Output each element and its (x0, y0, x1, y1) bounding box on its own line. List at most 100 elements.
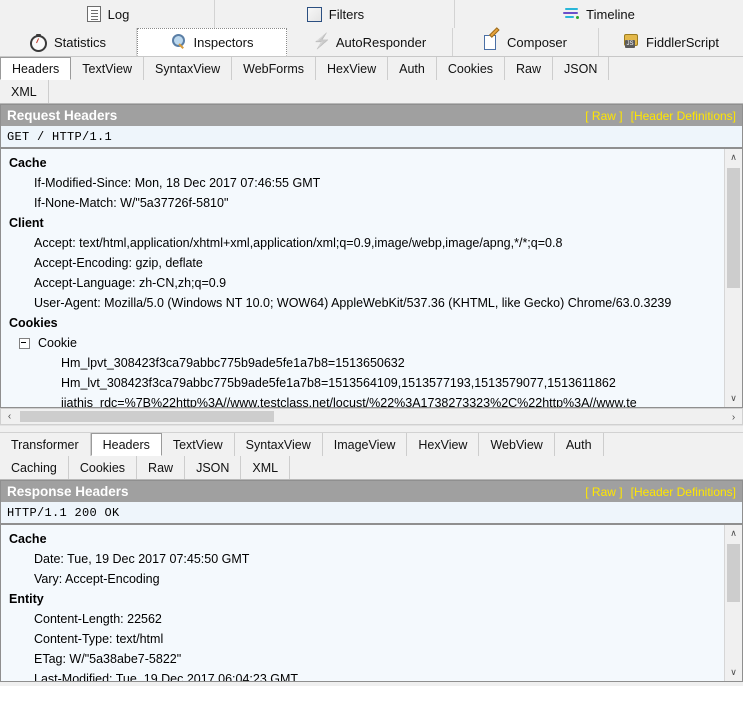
timeline-icon (563, 7, 580, 21)
request-tab-webforms-label: WebForms (243, 61, 305, 76)
response-tab-json[interactable]: JSON (185, 456, 242, 479)
header-item[interactable]: Content-Length: 22562 (1, 609, 725, 629)
response-tab-raw[interactable]: Raw (137, 456, 186, 479)
toolbar-tab-autoresponder[interactable]: AutoResponder (287, 28, 453, 56)
header-item[interactable]: ETag: W/"5a38abe7-5822" (1, 649, 725, 669)
toolbar-tab-timeline[interactable]: Timeline (455, 0, 743, 28)
response-tab-cookies[interactable]: Cookies (69, 456, 138, 479)
response-tabstrip-filler (604, 433, 743, 456)
response-tab-textview[interactable]: TextView (162, 433, 235, 456)
request-tab-cookies[interactable]: Cookies (437, 57, 506, 80)
response-tab-hexview-label: HexView (418, 437, 468, 452)
response-headers-listbox[interactable]: Cache Date: Tue, 19 Dec 2017 07:45:50 GM… (0, 524, 743, 682)
response-tab-headers[interactable]: Headers (90, 433, 162, 456)
request-tab-raw[interactable]: Raw (505, 57, 554, 80)
toolbar-tab-composer[interactable]: Composer (453, 28, 599, 56)
response-tab-auth[interactable]: Auth (555, 433, 604, 456)
header-item[interactable]: User-Agent: Mozilla/5.0 (Windows NT 10.0… (1, 293, 725, 313)
response-tab-webview[interactable]: WebView (479, 433, 555, 456)
response-headers-titlebar: Response Headers [ Raw ] [Header Definit… (0, 480, 743, 502)
request-tab-syntaxview[interactable]: SyntaxView (144, 57, 233, 80)
response-tab-textview-label: TextView (172, 437, 223, 452)
response-tab-hexview[interactable]: HexView (407, 433, 480, 456)
request-tab-xml[interactable]: XML (0, 80, 49, 103)
scroll-up-icon[interactable]: ∧ (725, 525, 742, 542)
request-vertical-scrollbar[interactable]: ∧ ∨ (724, 149, 742, 407)
request-tab-auth-label: Auth (399, 61, 425, 76)
scroll-down-icon[interactable]: ∨ (725, 390, 742, 407)
response-tab-xml[interactable]: XML (241, 456, 291, 479)
header-item[interactable]: Accept-Encoding: gzip, deflate (1, 253, 725, 273)
header-item[interactable]: If-None-Match: W/"5a37726f-5810" (1, 193, 725, 213)
request-tab-webforms[interactable]: WebForms (232, 57, 317, 80)
header-item[interactable]: If-Modified-Since: Mon, 18 Dec 2017 07:4… (1, 173, 725, 193)
request-tabstrip-filler (609, 57, 743, 80)
response-header-definitions-link[interactable]: [Header Definitions] (631, 485, 742, 499)
toolbar-tab-fiddlerscript[interactable]: FiddlerScript (599, 28, 743, 56)
request-horizontal-scrollbar[interactable]: ‹ › (0, 408, 743, 425)
response-tab-transformer-label: Transformer (11, 437, 79, 452)
header-item[interactable]: Accept-Language: zh-CN,zh;q=0.9 (1, 273, 725, 293)
request-tab-json[interactable]: JSON (553, 57, 610, 80)
scroll-up-icon[interactable]: ∧ (725, 149, 742, 166)
scroll-left-icon[interactable]: ‹ (1, 411, 18, 422)
response-vertical-scrollbar[interactable]: ∧ ∨ (724, 525, 742, 681)
toolbar-tab-inspectors[interactable]: Inspectors (137, 28, 287, 56)
scroll-down-icon[interactable]: ∨ (725, 664, 742, 681)
request-raw-link[interactable]: [ Raw ] (585, 109, 630, 123)
request-tab-json-label: JSON (564, 61, 598, 76)
request-tab-textview[interactable]: TextView (71, 57, 145, 80)
scroll-thumb[interactable] (727, 168, 740, 288)
header-group: Client (9, 216, 44, 230)
panel-splitter[interactable] (0, 425, 743, 433)
header-item[interactable]: Content-Type: text/html (1, 629, 725, 649)
response-tab-syntaxview[interactable]: SyntaxView (235, 433, 323, 456)
response-headers-panel: Response Headers [ Raw ] [Header Definit… (0, 480, 743, 682)
request-headers-listbox[interactable]: Cache If-Modified-Since: Mon, 18 Dec 201… (0, 148, 743, 408)
cookie-tree-node[interactable]: Cookie (1, 333, 725, 353)
request-tab-hexview[interactable]: HexView (316, 57, 389, 80)
response-headers-title: Response Headers (7, 484, 129, 499)
header-group: Cookies (9, 316, 58, 330)
response-tab-imageview[interactable]: ImageView (323, 433, 408, 456)
bottom-edge-strip (0, 682, 743, 686)
response-tab-webview-label: WebView (490, 437, 543, 452)
hscroll-thumb[interactable] (20, 411, 274, 422)
toolbar-tab-statistics[interactable]: Statistics (0, 28, 137, 56)
response-raw-link[interactable]: [ Raw ] (585, 485, 630, 499)
request-header-definitions-link[interactable]: [Header Definitions] (631, 109, 742, 123)
request-tab-headers[interactable]: Headers (0, 57, 72, 80)
request-tabstrip: Headers TextView SyntaxView WebForms Hex… (0, 57, 743, 104)
header-item[interactable]: Accept: text/html,application/xhtml+xml,… (1, 233, 725, 253)
request-tab-hexview-label: HexView (327, 61, 377, 76)
scroll-right-icon[interactable]: › (725, 409, 742, 426)
response-tab-syntaxview-label: SyntaxView (245, 437, 311, 452)
response-tab-caching[interactable]: Caching (0, 456, 69, 479)
header-item[interactable]: Vary: Accept-Encoding (1, 569, 725, 589)
response-tab-cookies-label: Cookies (79, 460, 126, 475)
header-item[interactable]: Last-Modified: Tue, 19 Dec 2017 06:04:23… (1, 669, 725, 681)
notepad-pencil-icon (484, 34, 500, 50)
toolbar-tab-log[interactable]: Log (0, 0, 215, 28)
cookie-item[interactable]: Hm_lpvt_308423f3ca79abbc775b9ade5fe1a7b8… (1, 353, 725, 373)
request-headers-panel: Request Headers [ Raw ] [Header Definiti… (0, 104, 743, 425)
header-item[interactable]: Date: Tue, 19 Dec 2017 07:45:50 GMT (1, 549, 725, 569)
toolbar-tab-filters-label: Filters (328, 6, 365, 22)
response-tabstrip: Transformer Headers TextView SyntaxView … (0, 433, 743, 480)
toolbar-tab-fiddlerscript-label: FiddlerScript (646, 34, 719, 50)
cookie-item[interactable]: jiathis_rdc=%7B%22http%3A//www.testclass… (1, 393, 725, 407)
request-tab-textview-label: TextView (82, 61, 133, 76)
request-tab-auth[interactable]: Auth (388, 57, 437, 80)
toolbar-tab-inspectors-label: Inspectors (193, 34, 254, 50)
cookie-item[interactable]: Hm_lvt_308423f3ca79abbc775b9ade5fe1a7b8=… (1, 373, 725, 393)
response-tab-caching-label: Caching (11, 460, 57, 475)
scroll-thumb[interactable] (727, 544, 740, 602)
response-tab-imageview-label: ImageView (333, 437, 396, 452)
header-group: Cache (9, 532, 47, 546)
response-tab-transformer[interactable]: Transformer (0, 433, 91, 456)
collapse-icon[interactable] (19, 337, 30, 349)
lightning-icon (313, 34, 329, 50)
main-toolbar: Log Filters Timeline Statistics Inspecto… (0, 0, 743, 57)
toolbar-tab-filters[interactable]: Filters (215, 0, 455, 28)
toolbar-tab-timeline-label: Timeline (586, 6, 635, 22)
